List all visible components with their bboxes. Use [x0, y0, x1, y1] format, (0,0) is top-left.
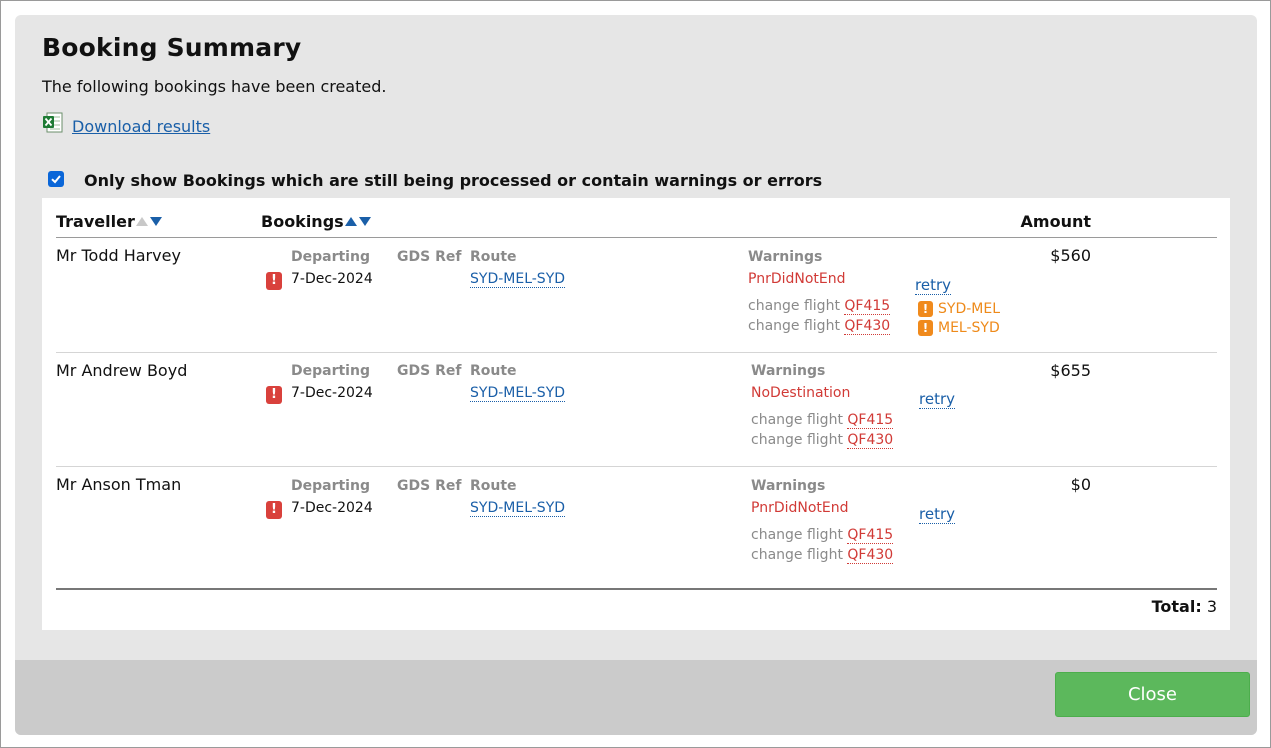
- table-row: Mr Anson Tman Departing GDS Ref Route ! …: [42, 467, 1230, 582]
- change-flight-label: change flight: [751, 432, 843, 448]
- amount-value: $0: [1070, 475, 1091, 494]
- change-flight-1: change flight QF415: [751, 527, 894, 544]
- traveller-name: Mr Todd Harvey: [56, 246, 181, 265]
- retry-link[interactable]: retry: [919, 505, 955, 524]
- retry-link[interactable]: retry: [919, 390, 955, 409]
- change-flight-label: change flight: [748, 298, 840, 314]
- intro-text: The following bookings have been created…: [42, 77, 387, 96]
- table-row: Mr Todd Harvey Departing GDS Ref Route !…: [42, 238, 1230, 353]
- route-link[interactable]: SYD-MEL-SYD: [470, 385, 566, 402]
- dialog-footer: Close: [15, 660, 1257, 735]
- flight-link[interactable]: QF415: [847, 527, 894, 544]
- departing-label: Departing: [291, 249, 370, 265]
- change-flight-2: change flight QF430: [751, 547, 894, 564]
- amount-value: $655: [1050, 361, 1091, 380]
- traveller-name: Mr Andrew Boyd: [56, 361, 188, 380]
- gds-ref-label: GDS Ref: [397, 249, 462, 265]
- route-link[interactable]: SYD-MEL-SYD: [470, 500, 566, 517]
- header-bookings[interactable]: Bookings: [261, 212, 371, 231]
- table-row: Mr Andrew Boyd Departing GDS Ref Route !…: [42, 353, 1230, 468]
- gds-ref-label: GDS Ref: [397, 363, 462, 379]
- bookings-table: Traveller Bookings Amount Mr Todd Harvey…: [42, 198, 1230, 630]
- change-flight-2: change flight QF430: [751, 432, 894, 449]
- departing-label: Departing: [291, 363, 370, 379]
- flight-link[interactable]: QF430: [847, 432, 894, 449]
- total: Total: 3: [1152, 597, 1217, 616]
- close-button[interactable]: Close: [1055, 672, 1250, 717]
- change-flight-1: change flight QF415: [748, 298, 891, 315]
- sort-arrows-icon[interactable]: [344, 217, 371, 226]
- segment-warning: ! MEL-SYD: [918, 320, 1000, 336]
- departing-date: 7-Dec-2024: [291, 271, 373, 287]
- change-flight-label: change flight: [751, 412, 843, 428]
- excel-icon[interactable]: [42, 112, 64, 134]
- change-flight-label: change flight: [751, 527, 843, 543]
- sort-arrows-icon[interactable]: [135, 217, 162, 226]
- amount-value: $560: [1050, 246, 1091, 265]
- departing-label: Departing: [291, 478, 370, 494]
- header-traveller-label: Traveller: [56, 212, 135, 231]
- change-flight-label: change flight: [751, 547, 843, 563]
- route-link[interactable]: SYD-MEL-SYD: [470, 271, 566, 288]
- route-label: Route: [470, 478, 517, 494]
- download-results: Download results: [42, 112, 210, 137]
- departing-date: 7-Dec-2024: [291, 385, 373, 401]
- download-results-link[interactable]: Download results: [72, 117, 210, 136]
- warnings-label: Warnings: [751, 363, 826, 379]
- flight-link[interactable]: QF415: [844, 298, 891, 315]
- flight-link[interactable]: QF430: [844, 318, 891, 335]
- warning-code: NoDestination: [751, 385, 851, 401]
- filter-option: Only show Bookings which are still being…: [48, 170, 822, 190]
- segment-label: SYD-MEL: [938, 301, 1000, 317]
- change-flight-1: change flight QF415: [751, 412, 894, 429]
- window-frame: Booking Summary The following bookings h…: [0, 0, 1271, 748]
- header-amount: Amount: [1020, 212, 1091, 231]
- warning-icon: !: [918, 320, 933, 336]
- warnings-label: Warnings: [751, 478, 826, 494]
- traveller-name: Mr Anson Tman: [56, 475, 182, 494]
- retry-link[interactable]: retry: [915, 276, 951, 295]
- header-bookings-label: Bookings: [261, 212, 344, 231]
- route-label: Route: [470, 363, 517, 379]
- departing-date: 7-Dec-2024: [291, 500, 373, 516]
- filter-checkbox[interactable]: [48, 170, 64, 187]
- error-icon: !: [266, 501, 282, 519]
- warning-code: PnrDidNotEnd: [751, 500, 849, 516]
- error-icon: !: [266, 386, 282, 404]
- warnings-label: Warnings: [748, 249, 823, 265]
- flight-link[interactable]: QF430: [847, 547, 894, 564]
- total-divider: [56, 588, 1217, 590]
- error-icon: !: [266, 272, 282, 290]
- flight-link[interactable]: QF415: [847, 412, 894, 429]
- change-flight-label: change flight: [748, 318, 840, 334]
- route-label: Route: [470, 249, 517, 265]
- total-label: Total:: [1151, 597, 1202, 616]
- gds-ref-label: GDS Ref: [397, 478, 462, 494]
- header-traveller[interactable]: Traveller: [56, 212, 162, 231]
- filter-label[interactable]: Only show Bookings which are still being…: [84, 171, 822, 190]
- booking-summary-dialog: Booking Summary The following bookings h…: [15, 15, 1257, 735]
- segment-label: MEL-SYD: [938, 320, 1000, 336]
- total-value: 3: [1206, 597, 1217, 616]
- change-flight-2: change flight QF430: [748, 318, 891, 335]
- segment-warning: ! SYD-MEL: [918, 301, 1000, 317]
- warning-code: PnrDidNotEnd: [748, 271, 846, 287]
- dialog-title: Booking Summary: [42, 33, 302, 62]
- warning-icon: !: [918, 301, 933, 317]
